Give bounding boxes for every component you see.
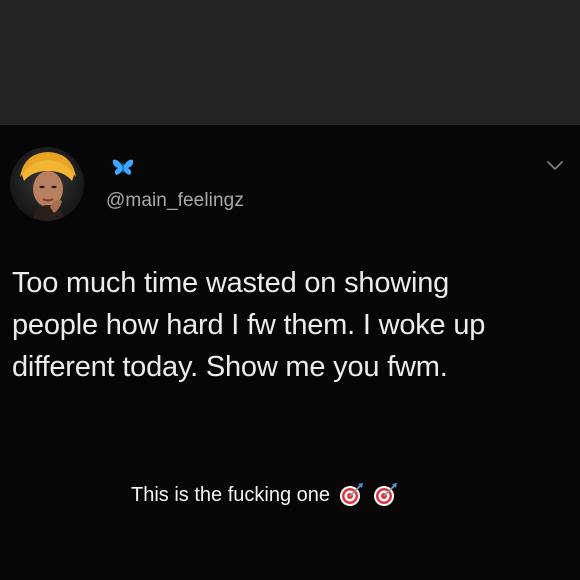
caption: This is the fucking one bbox=[131, 482, 398, 508]
direct-hit-icon bbox=[374, 483, 397, 506]
top-band bbox=[0, 0, 580, 125]
tweet-text-line: different today. Show me you fwm. bbox=[12, 351, 448, 383]
tweet-text-line: Too much time wasted on showing bbox=[12, 267, 450, 299]
tweet-handle[interactable]: @main_feelingz bbox=[106, 190, 244, 212]
avatar[interactable] bbox=[10, 147, 84, 221]
chevron-down-icon[interactable] bbox=[546, 160, 564, 172]
caption-text: This is the fucking one bbox=[131, 483, 330, 506]
direct-hit-icon bbox=[340, 483, 363, 506]
tweet-text-line: people how hard I fw them. I woke up bbox=[12, 309, 486, 341]
tweet-text: Too much time wasted on showing people h… bbox=[12, 262, 572, 388]
butterfly-icon bbox=[112, 159, 134, 175]
